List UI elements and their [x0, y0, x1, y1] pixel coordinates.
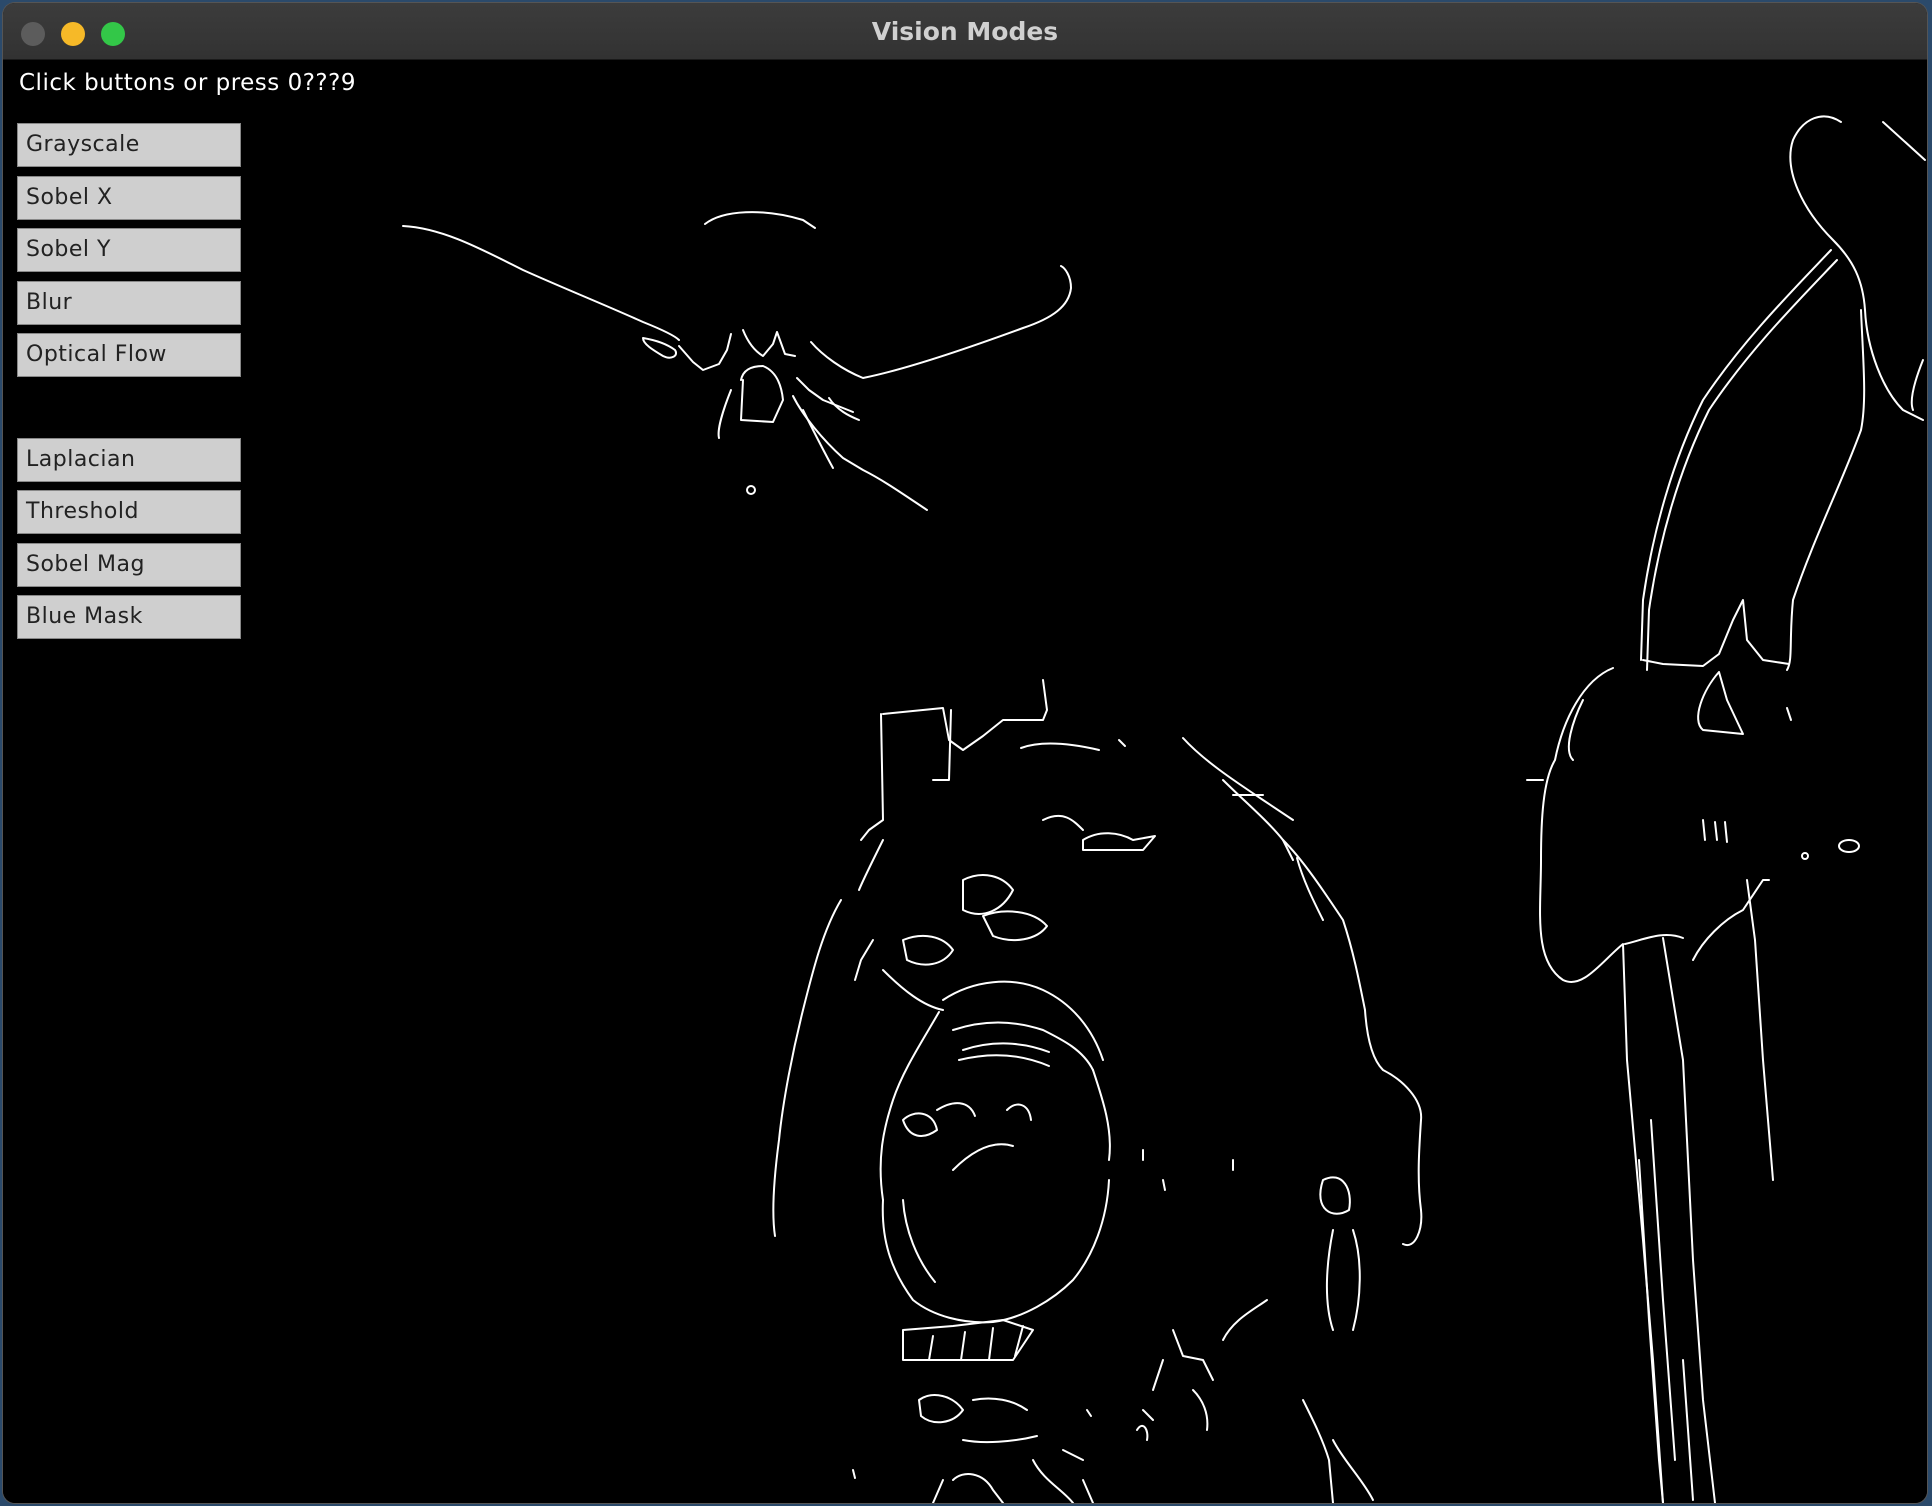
- sobel-mag-button[interactable]: Sobel Mag: [17, 543, 241, 587]
- sobel-x-button[interactable]: Sobel X: [17, 176, 241, 220]
- window-title: Vision Modes: [871, 17, 1059, 46]
- blue-mask-button[interactable]: Blue Mask: [17, 595, 241, 639]
- grayscale-button[interactable]: Grayscale: [17, 123, 241, 167]
- instruction-text: Click buttons or press 0???9: [19, 70, 356, 96]
- edge-detection-image: [402, 115, 1926, 1503]
- threshold-button[interactable]: Threshold: [17, 490, 241, 534]
- laplacian-button[interactable]: Laplacian: [17, 438, 241, 482]
- blur-button[interactable]: Blur: [17, 281, 241, 325]
- sobel-y-button[interactable]: Sobel Y: [17, 228, 241, 272]
- optical-flow-button[interactable]: Optical Flow: [17, 333, 241, 377]
- title-bar[interactable]: Vision Modes: [3, 3, 1927, 60]
- video-canvas[interactable]: Click buttons or press 0???9 Grayscale S…: [3, 60, 1927, 1503]
- app-window: Vision Modes Click buttons or press 0???…: [3, 3, 1927, 1503]
